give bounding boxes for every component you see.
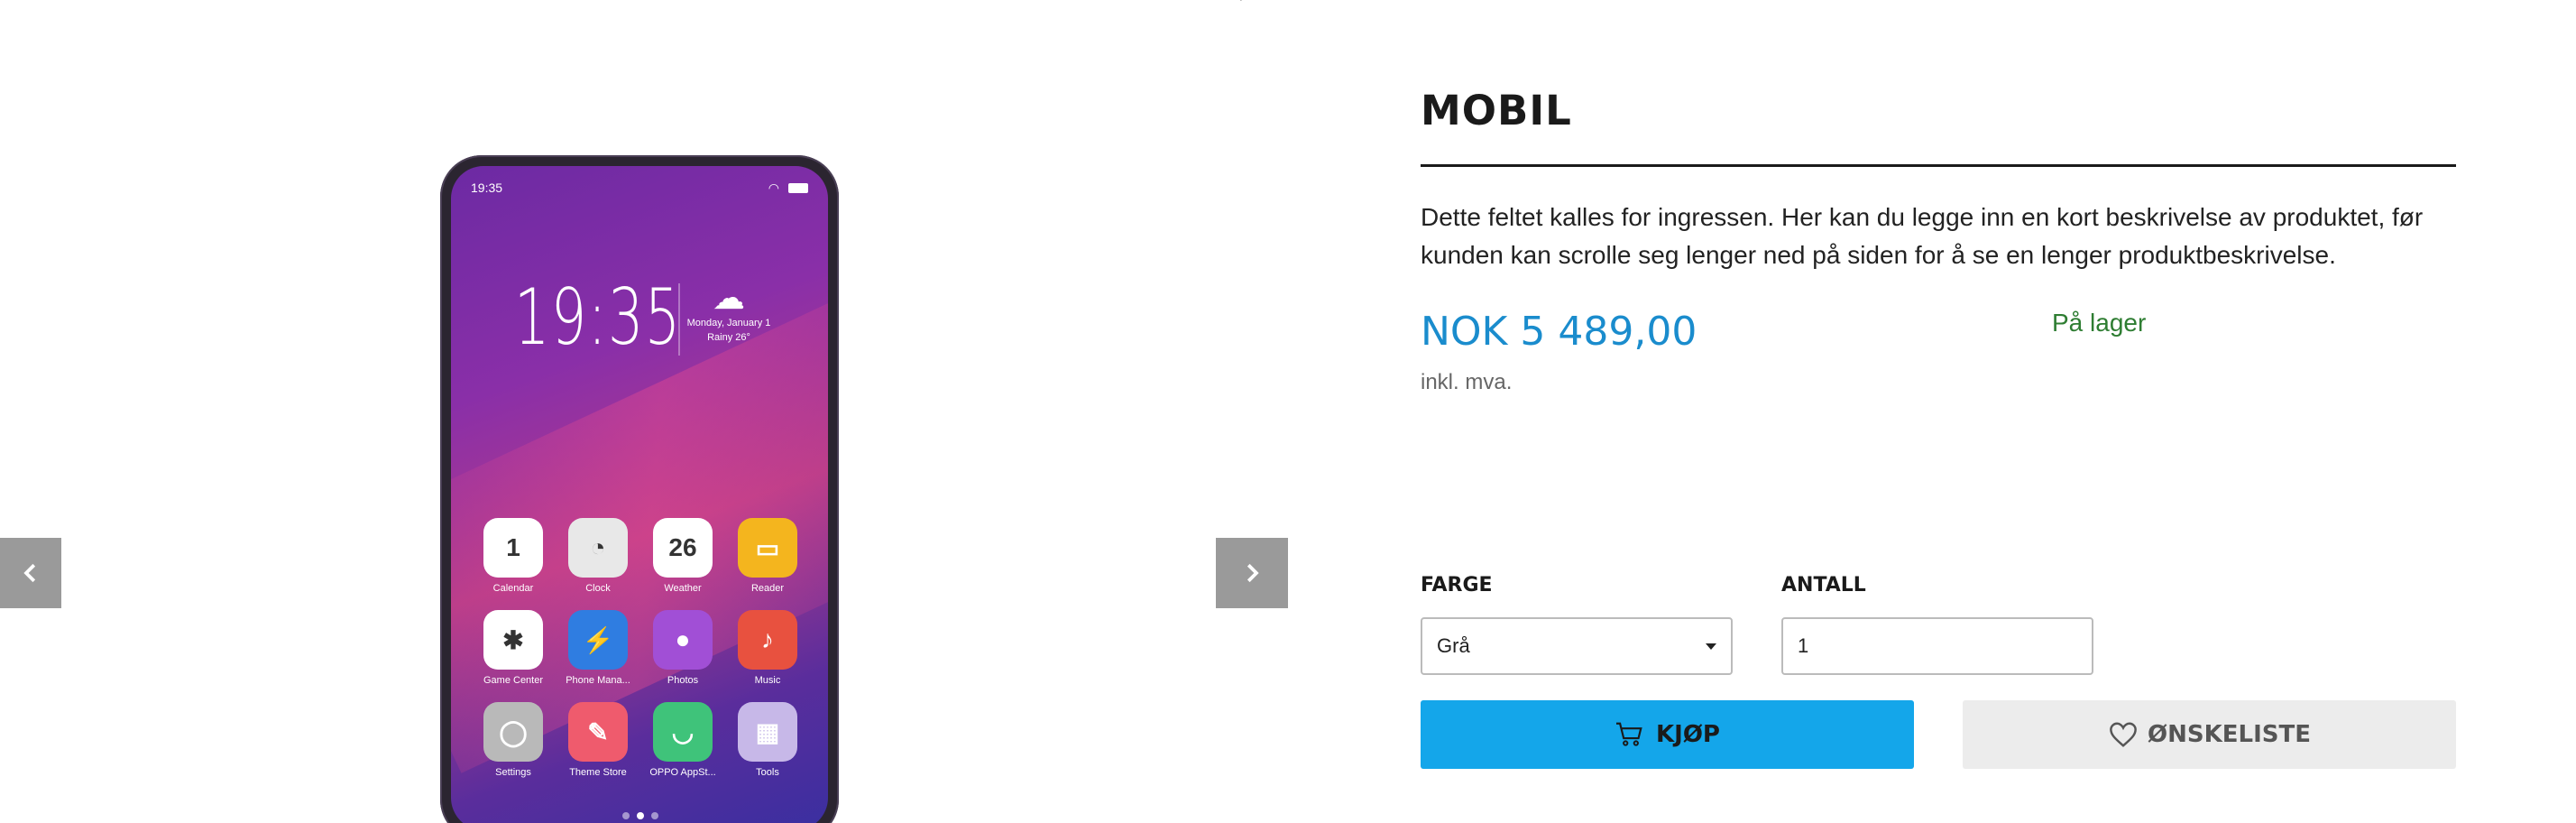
phone-app: ◡ OPPO AppSt... — [640, 702, 725, 778]
app-icon: 26 — [653, 518, 713, 578]
phone-app-grid: 1 Calendar ◔ Clock 26 Weather ▭ Reader ✱ Game Cen… — [471, 518, 810, 778]
page-dots — [622, 812, 658, 819]
color-select[interactable]: Grå — [1421, 617, 1733, 675]
product-price: NOK 5 489,00 — [1421, 309, 1697, 355]
vat-note: inkl. mva. — [1421, 370, 1513, 394]
phone-app: 26 Weather — [640, 518, 725, 594]
product-image-gallery: ʼ 19:35 ◠ 19:35 ☁ Monday, January 1 Rain… — [0, 0, 1317, 823]
app-label: Clock — [585, 583, 611, 594]
caret-down-icon — [1706, 643, 1716, 650]
product-ingress: Dette feltet kalles for ingressen. Her k… — [1421, 203, 2424, 269]
phone-status-icons: ◠ — [768, 180, 808, 196]
app-icon: ▭ — [738, 518, 797, 578]
cloud-icon: ☁ — [713, 279, 745, 316]
phone-app: ◯ Settings — [471, 702, 556, 778]
cart-icon — [1615, 721, 1645, 748]
quantity-label: ANTALL — [1781, 574, 1866, 596]
phone-app: 1 Calendar — [471, 518, 556, 594]
app-label: Photos — [667, 675, 699, 686]
phone-app: ▦ Tools — [725, 702, 810, 778]
product-title: MOBIL — [1421, 87, 1572, 134]
app-label: Phone Mana... — [566, 675, 630, 686]
app-icon: ✎ — [568, 702, 628, 762]
app-icon: ◯ — [483, 702, 543, 762]
title-divider — [1421, 164, 2456, 167]
phone-app: ⚡ Phone Mana... — [556, 610, 640, 686]
app-label: Game Center — [483, 675, 544, 686]
app-icon: ▦ — [738, 702, 797, 762]
phone-app: ◔ Clock — [556, 518, 640, 594]
phone-status-time: 19:35 — [471, 180, 503, 195]
buy-button[interactable]: KJØP — [1421, 700, 1914, 769]
heart-icon — [2108, 721, 2139, 748]
app-label: Music — [754, 675, 781, 686]
wifi-icon: ◠ — [768, 180, 779, 195]
phone-app: ● Photos — [640, 610, 725, 686]
weather-condition: Rainy 26° — [707, 332, 750, 343]
app-label: Reader — [750, 583, 785, 594]
phone-screen: 19:35 ◠ 19:35 ☁ Monday, January 1 Rainy … — [451, 166, 828, 823]
top-cursor-mark: ʼ — [1239, 0, 1244, 14]
app-icon: ◡ — [653, 702, 713, 762]
app-icon: ● — [653, 610, 713, 670]
battery-icon — [788, 183, 808, 193]
phone-app: ♪ Music — [725, 610, 810, 686]
app-label: OPPO AppSt... — [649, 767, 716, 778]
wishlist-button-label: ØNSKELISTE — [2148, 721, 2311, 748]
app-icon: 1 — [483, 518, 543, 578]
color-select-value: Grå — [1437, 634, 1470, 657]
app-icon: ⚡ — [568, 610, 628, 670]
product-image: 19:35 ◠ 19:35 ☁ Monday, January 1 Rainy … — [440, 155, 839, 823]
color-label: FARGE — [1421, 574, 1493, 596]
weather-date: Monday, January 1 — [686, 318, 771, 328]
chevron-left-icon — [23, 563, 36, 583]
app-label: Weather — [664, 583, 702, 594]
app-label: Settings — [495, 767, 531, 778]
phone-app: ✱ Game Center — [471, 610, 556, 686]
app-label: Tools — [756, 767, 779, 778]
gallery-next-button[interactable] — [1216, 538, 1288, 608]
phone-weather: ☁ Monday, January 1 Rainy 26° — [675, 280, 783, 345]
app-icon: ◔ — [568, 518, 628, 578]
buy-button-label: KJØP — [1656, 721, 1720, 748]
phone-app: ✎ Theme Store — [556, 702, 640, 778]
app-icon: ✱ — [483, 610, 543, 670]
phone-clock: 19:35 — [514, 273, 682, 363]
app-label: Calendar — [492, 583, 534, 594]
stock-status: På lager — [2052, 309, 2147, 337]
quantity-input[interactable]: 1 — [1781, 617, 2093, 675]
wishlist-button[interactable]: ØNSKELISTE — [1963, 700, 2456, 769]
phone-app: ▭ Reader — [725, 518, 810, 594]
gallery-prev-button[interactable] — [0, 538, 61, 608]
app-icon: ♪ — [738, 610, 797, 670]
app-label: Theme Store — [569, 767, 627, 778]
chevron-right-icon — [1247, 563, 1259, 583]
quantity-value: 1 — [1798, 634, 1809, 657]
